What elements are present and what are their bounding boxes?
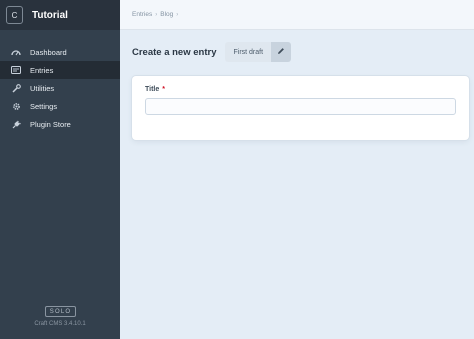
breadcrumb-separator: ›: [176, 11, 179, 18]
site-name[interactable]: Tutorial: [32, 10, 68, 21]
sidebar-item-label: Dashboard: [30, 47, 67, 57]
title-input[interactable]: [145, 98, 456, 115]
entry-form-card: Title *: [132, 76, 469, 140]
site-header[interactable]: C Tutorial: [0, 0, 120, 30]
sidebar-item-entries[interactable]: Entries: [0, 61, 120, 79]
required-indicator: *: [162, 86, 165, 93]
gear-icon: [10, 101, 22, 111]
title-label-text: Title: [145, 86, 160, 93]
page-title: Create a new entry: [132, 46, 217, 58]
breadcrumb-separator: ›: [155, 11, 158, 18]
breadcrumb-blog[interactable]: Blog: [160, 11, 173, 18]
version-text: Craft CMS 3.4.10.1: [34, 321, 86, 327]
sidebar-item-label: Plugin Store: [30, 119, 71, 129]
page-header: Create a new entry First draft: [132, 42, 292, 62]
sidebar-item-label: Entries: [30, 65, 54, 75]
dashboard-icon: [10, 47, 22, 57]
sidebar-item-label: Settings: [30, 101, 58, 111]
edit-draft-button[interactable]: [271, 42, 292, 62]
sidebar-item-label: Utilities: [30, 83, 55, 93]
sidebar: C Tutorial Dashboard Entries Utilities S…: [0, 0, 120, 339]
wrench-icon: [10, 83, 22, 93]
title-field-label: Title *: [145, 86, 165, 93]
entries-icon: [10, 65, 22, 75]
draft-name[interactable]: First draft: [225, 42, 272, 62]
sidebar-item-plugin-store[interactable]: Plugin Store: [0, 115, 120, 133]
breadcrumb-entries[interactable]: Entries: [132, 11, 152, 18]
plug-icon: [10, 119, 22, 129]
edition-badge[interactable]: SOLO: [45, 306, 76, 317]
sidebar-item-utilities[interactable]: Utilities: [0, 79, 120, 97]
draft-control: First draft: [225, 42, 292, 62]
pencil-icon: [277, 47, 285, 57]
breadcrumb-bar: Entries › Blog ›: [120, 0, 474, 30]
sidebar-item-dashboard[interactable]: Dashboard: [0, 43, 120, 61]
site-badge[interactable]: C: [6, 6, 23, 24]
sidebar-item-settings[interactable]: Settings: [0, 97, 120, 115]
main-nav: Dashboard Entries Utilities Settings Plu…: [0, 43, 120, 133]
